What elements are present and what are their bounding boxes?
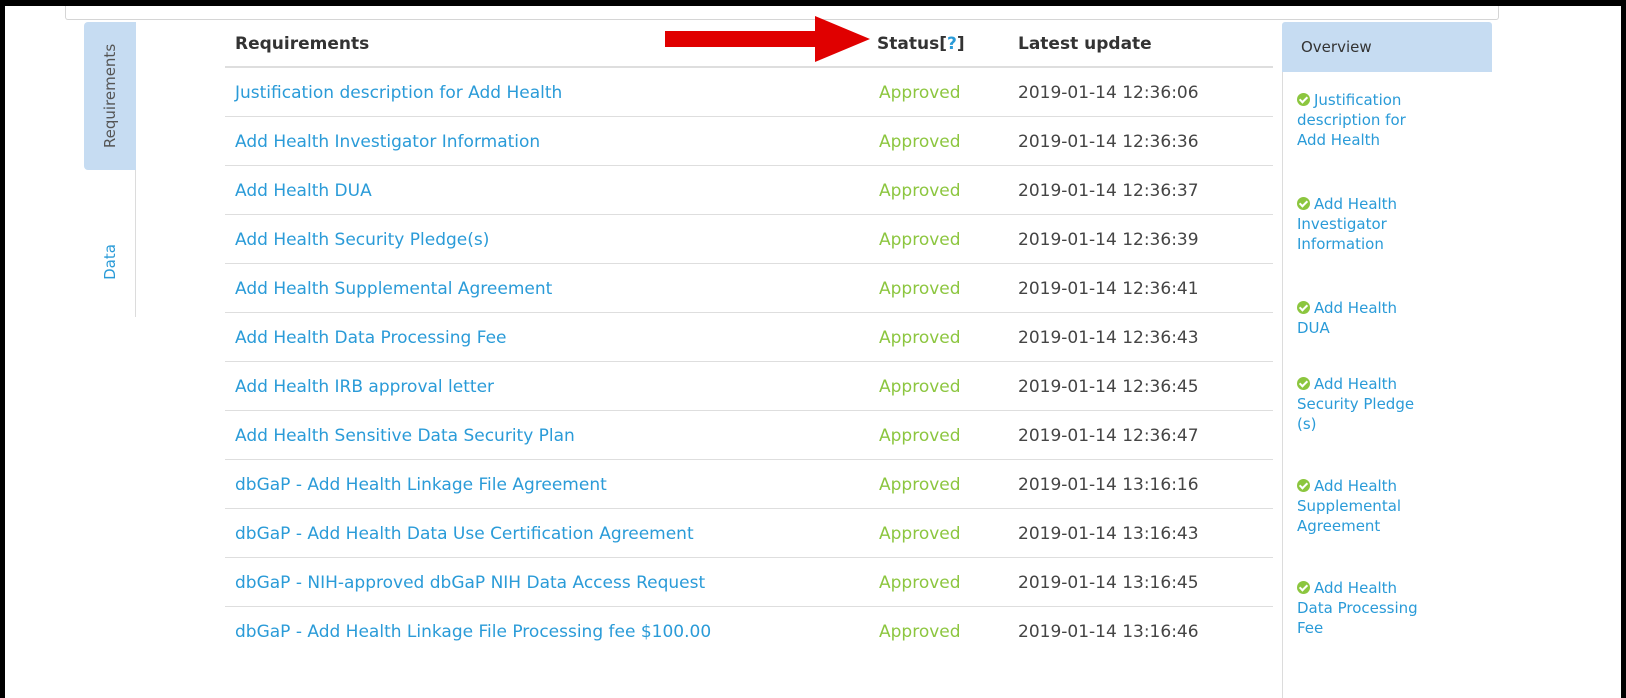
table-row: Add Health Supplemental Agreement Approve… [225, 264, 1273, 313]
overview-item-label: Supplemental [1297, 497, 1402, 515]
latest-update-text: 2019-01-14 12:36:36 [1018, 132, 1199, 152]
table-row: Add Health DUA Approved 2019-01-14 12:36:3… [225, 166, 1273, 215]
requirement-link[interactable]: Add Health IRB approval letter [235, 377, 494, 397]
red-arrow-icon [665, 16, 870, 62]
overview-item-label: Add Health [1314, 299, 1398, 317]
status-text: Approved [879, 622, 961, 642]
status-text: Approved [879, 573, 961, 593]
table-row: dbGaP - Add Health Linkage File Agreemen… [225, 460, 1273, 509]
requirement-link[interactable]: Justification description for Add Health [235, 83, 562, 103]
table-row: dbGaP - NIH-approved dbGaP NIH Data Acce… [225, 558, 1273, 607]
requirement-link[interactable]: dbGaP - Add Health Linkage File Processi… [235, 622, 711, 642]
header-latest-update: Latest update [1018, 34, 1152, 54]
overview-title: Overview [1301, 38, 1372, 56]
help-bracket-open: [ [939, 34, 947, 54]
status-text: Approved [879, 328, 961, 348]
requirement-link[interactable]: dbGaP - Add Health Data Use Certificatio… [235, 524, 694, 544]
latest-update-text: 2019-01-14 12:36:37 [1018, 181, 1199, 201]
overview-item[interactable]: Add Health Supplemental Agreement [1297, 476, 1477, 536]
overview-item-label: DUA [1297, 319, 1330, 337]
table-row: Justification description for Add Health… [225, 68, 1273, 117]
overview-item-label: Add Health [1314, 477, 1398, 495]
status-text: Approved [879, 377, 961, 397]
status-text: Approved [879, 279, 961, 299]
overview-item[interactable]: Add Health Security Pledge (s) [1297, 374, 1477, 434]
table-row: Add Health Data Processing Fee Approved 20… [225, 313, 1273, 362]
overview-item[interactable]: Justification description for Add Health [1297, 90, 1477, 150]
latest-update-text: 2019-01-14 12:36:43 [1018, 328, 1199, 348]
latest-update-text: 2019-01-14 13:16:43 [1018, 524, 1199, 544]
table-row: Add Health Security Pledge(s) Approved 201… [225, 215, 1273, 264]
requirement-link[interactable]: dbGaP - NIH-approved dbGaP NIH Data Acce… [235, 573, 705, 593]
check-circle-icon [1297, 301, 1310, 314]
overview-item-label: description for [1297, 111, 1406, 129]
status-help-link[interactable]: ? [947, 34, 957, 54]
status-text: Approved [879, 83, 961, 103]
requirements-table: Requirements Status[?] Latest update Jus… [225, 22, 1273, 656]
overview-item-label: Investigator [1297, 215, 1387, 233]
latest-update-text: 2019-01-14 12:36:45 [1018, 377, 1199, 397]
check-circle-icon [1297, 581, 1310, 594]
status-text: Approved [879, 181, 961, 201]
overview-item[interactable]: Add Health Investigator Information [1297, 194, 1477, 254]
header-status-label: Status [877, 34, 940, 54]
latest-update-text: 2019-01-14 12:36:47 [1018, 426, 1199, 446]
check-circle-icon [1297, 479, 1310, 492]
tab-requirements[interactable]: Requirements [84, 22, 136, 170]
latest-update-text: 2019-01-14 12:36:41 [1018, 279, 1199, 299]
header-status: Status[?] [877, 34, 965, 54]
table-row: dbGaP - Add Health Data Use Certificatio… [225, 509, 1273, 558]
status-text: Approved [879, 132, 961, 152]
table-body: Justification description for Add Health… [225, 68, 1273, 656]
requirement-link[interactable]: Add Health Supplemental Agreement [235, 279, 552, 299]
overview-item-label: (s) [1297, 415, 1317, 433]
status-text: Approved [879, 426, 961, 446]
requirement-link[interactable]: Add Health DUA [235, 181, 372, 201]
table-row: dbGaP - Add Health Linkage File Processi… [225, 607, 1273, 656]
overview-list: Justification description for Add Health Ad… [1282, 72, 1492, 698]
table-row: Add Health Sensitive Data Security Plan A… [225, 411, 1273, 460]
overview-item-label: Add Health [1297, 131, 1381, 149]
table-row: Add Health IRB approval letter Approved 20… [225, 362, 1273, 411]
requirement-link[interactable]: Add Health Investigator Information [235, 132, 540, 152]
help-bracket-close: ] [956, 34, 965, 54]
overview-panel: Overview Justification description for Add… [1282, 22, 1492, 698]
check-circle-icon [1297, 197, 1310, 210]
requirement-link[interactable]: Add Health Security Pledge(s) [235, 230, 489, 250]
tab-requirements-label: Requirements [101, 43, 120, 149]
table-row: Add Health Investigator Information Appro… [225, 117, 1273, 166]
requirement-link[interactable]: dbGaP - Add Health Linkage File Agreemen… [235, 475, 607, 495]
overview-item-label: Agreement [1297, 517, 1381, 535]
requirement-link[interactable]: Add Health Data Processing Fee [235, 328, 507, 348]
status-text: Approved [879, 230, 961, 250]
latest-update-text: 2019-01-14 12:36:39 [1018, 230, 1199, 250]
check-circle-icon [1297, 377, 1310, 390]
overview-item[interactable]: Add Health DUA [1297, 298, 1477, 338]
vertical-tabs: Requirements Data [84, 22, 136, 317]
overview-item-label: Information [1297, 235, 1384, 253]
latest-update-text: 2019-01-14 13:16:46 [1018, 622, 1199, 642]
tab-data[interactable]: Data [84, 212, 136, 312]
overview-item-label: Fee [1297, 619, 1324, 637]
status-text: Approved [879, 475, 961, 495]
overview-item-label: Add Health [1314, 195, 1398, 213]
requirement-link[interactable]: Add Health Sensitive Data Security Plan [235, 426, 575, 446]
overview-item-label: Justification [1314, 91, 1402, 109]
check-circle-icon [1297, 93, 1310, 106]
latest-update-text: 2019-01-14 12:36:06 [1018, 83, 1199, 103]
status-text: Approved [879, 524, 961, 544]
overview-item-label: Add Health [1314, 579, 1398, 597]
header-requirements: Requirements [235, 34, 370, 54]
tab-data-label: Data [100, 244, 119, 280]
overview-item[interactable]: Add Health Data Processing Fee [1297, 578, 1477, 638]
latest-update-text: 2019-01-14 13:16:16 [1018, 475, 1199, 495]
latest-update-text: 2019-01-14 13:16:45 [1018, 573, 1199, 593]
overview-item-label: Add Health [1314, 375, 1398, 393]
overview-item-label: Security Pledge [1297, 395, 1415, 413]
overview-item-label: Data Processing [1297, 599, 1418, 617]
overview-header[interactable]: Overview [1282, 22, 1492, 72]
